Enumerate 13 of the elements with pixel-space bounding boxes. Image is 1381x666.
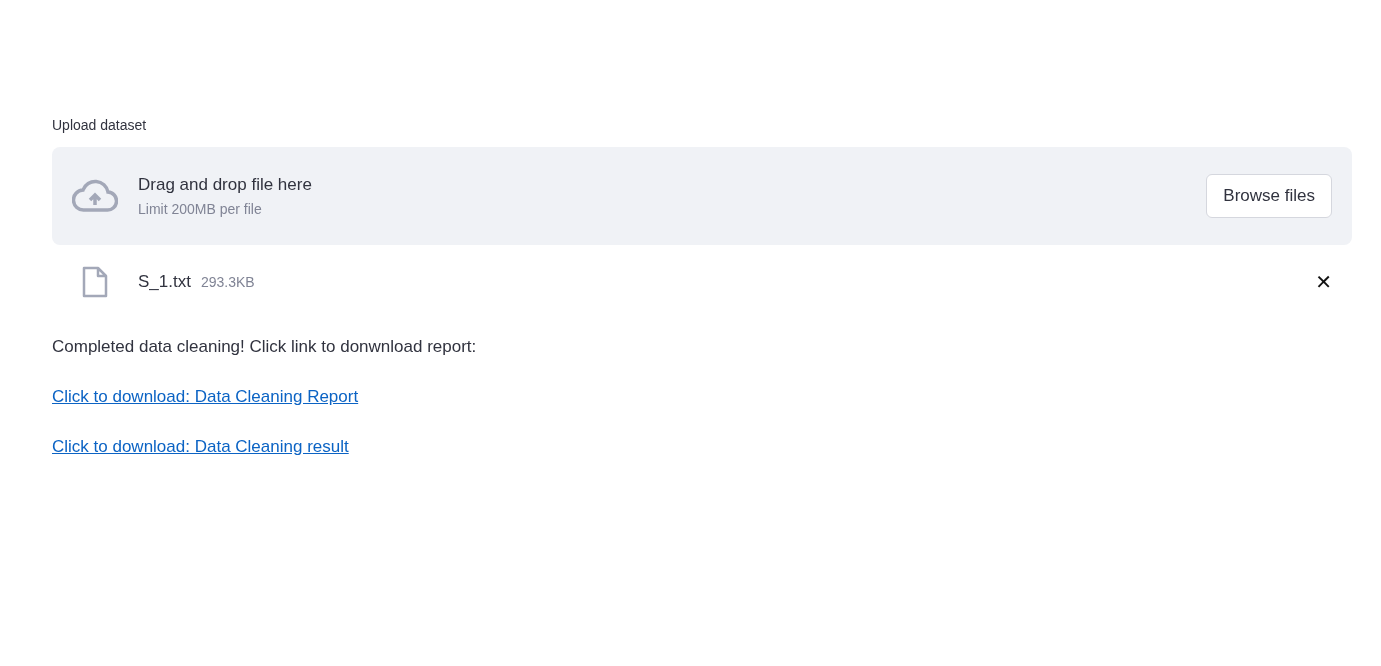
file-icon (82, 266, 108, 298)
file-size: 293.3KB (200, 274, 256, 290)
status-message: Completed data cleaning! Click link to donwnload report: (52, 337, 478, 357)
upload-label: Upload dataset (52, 117, 148, 133)
browse-files-button[interactable]: Browse files (1206, 174, 1332, 218)
download-link[interactable]: Click to download: Data Cleaning Report (52, 387, 359, 407)
download-link[interactable]: Click to download: Data Cleaning result (52, 437, 349, 457)
cloud-upload-icon (72, 179, 118, 213)
file-name: S_1.txt (138, 272, 191, 292)
size-limit-hint: Limit 200MB per file (138, 201, 263, 217)
dropzone-title: Drag and drop file here (138, 175, 313, 195)
close-button[interactable]: ✕ (1315, 270, 1332, 294)
dropzone[interactable]: Drag and drop file here Limit 200MB per file Browse files (52, 147, 1352, 245)
